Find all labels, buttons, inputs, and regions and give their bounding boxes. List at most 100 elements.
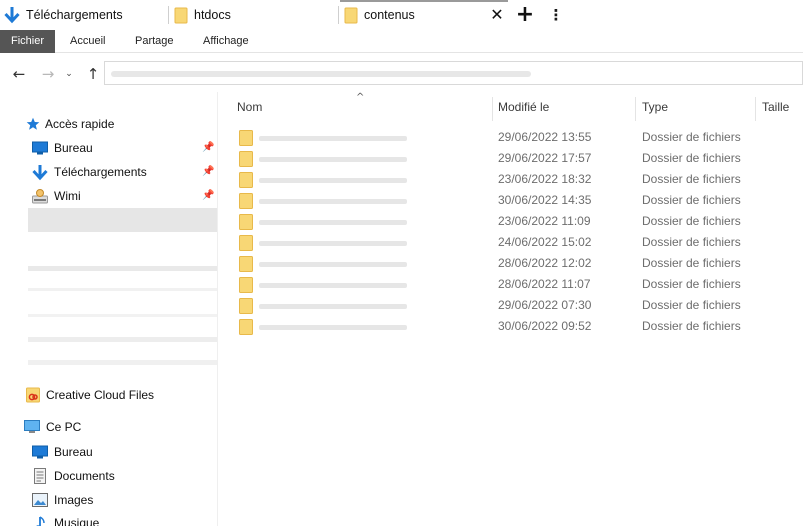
tab-label: Téléchargements: [26, 8, 123, 22]
blurred-file-name: [259, 136, 407, 141]
folder-icon: [344, 7, 358, 24]
blurred-file-name: [259, 283, 407, 288]
blurred-sidebar-item: [28, 266, 217, 271]
column-header-type[interactable]: Type: [642, 92, 668, 122]
sidebar-item-wimi[interactable]: Wimi: [32, 185, 81, 207]
folder-icon: [239, 277, 253, 293]
type-cell: Dossier de fichiers: [642, 151, 741, 165]
back-arrow-icon[interactable]: ←: [9, 64, 29, 84]
column-divider[interactable]: [635, 97, 636, 121]
table-row[interactable]: 24/06/2022 15:02 Dossier de fichiers: [219, 232, 803, 253]
sidebar-item-label: Bureau: [54, 141, 93, 155]
more-options-icon[interactable]: ⋮: [548, 5, 564, 25]
column-divider[interactable]: [492, 97, 493, 121]
table-row[interactable]: 29/06/2022 17:57 Dossier de fichiers: [219, 148, 803, 169]
recent-locations-chevron-icon[interactable]: ⌄: [63, 64, 75, 84]
pin-icon[interactable]: 📌: [202, 142, 214, 154]
table-row[interactable]: 29/06/2022 07:30 Dossier de fichiers: [219, 295, 803, 316]
star-icon: [26, 117, 40, 131]
folder-icon: [239, 193, 253, 209]
blurred-sidebar-item: [28, 337, 217, 342]
modified-date-cell: 23/06/2022 11:09: [498, 214, 591, 228]
tab-htdocs[interactable]: htdocs: [174, 0, 231, 30]
modified-date-cell: 28/06/2022 12:02: [498, 256, 592, 270]
image-icon: [32, 493, 48, 507]
folder-icon: [174, 7, 188, 24]
column-header-name[interactable]: Nom: [237, 92, 262, 122]
type-cell: Dossier de fichiers: [642, 298, 741, 312]
tab-telechargements[interactable]: Téléchargements: [4, 0, 123, 30]
sidebar-item-label: Musique: [54, 516, 100, 526]
table-row[interactable]: 30/06/2022 14:35 Dossier de fichiers: [219, 190, 803, 211]
up-arrow-icon[interactable]: ↑: [83, 64, 103, 84]
blurred-file-name: [259, 157, 407, 162]
forward-arrow-icon[interactable]: →: [38, 64, 58, 84]
sidebar-item-creative-cloud[interactable]: Creative Cloud Files: [26, 384, 154, 406]
download-arrow-icon: [32, 164, 48, 181]
navigation-bar: ← → ⌄ ↑: [0, 54, 803, 92]
modified-date-cell: 30/06/2022 09:52: [498, 319, 592, 333]
blurred-file-name: [259, 325, 407, 330]
desktop-icon: [32, 141, 48, 155]
pin-icon[interactable]: 📌: [202, 166, 214, 178]
tab-separator: [338, 6, 339, 24]
file-list: ^ Nom Modifié le Type Taille 29/06/2022 …: [219, 92, 803, 526]
column-header-size[interactable]: Taille: [762, 92, 789, 122]
blurred-file-name: [259, 262, 407, 267]
computer-icon: [24, 420, 40, 434]
folder-icon: [239, 172, 253, 188]
folder-icon: [239, 298, 253, 314]
tab-separator: [168, 6, 169, 24]
blurred-file-name: [259, 304, 407, 309]
navigation-pane: Accès rapide Bureau 📌 Téléchargements 📌 …: [0, 92, 218, 526]
blurred-file-name: [259, 178, 407, 183]
sidebar-item-label: Ce PC: [46, 420, 82, 434]
modified-date-cell: 29/06/2022 17:57: [498, 151, 592, 165]
new-tab-button[interactable]: +: [515, 4, 535, 26]
type-cell: Dossier de fichiers: [642, 256, 741, 270]
modified-date-cell: 24/06/2022 15:02: [498, 235, 592, 249]
type-cell: Dossier de fichiers: [642, 193, 741, 207]
sidebar-item-bureau-pinned[interactable]: Bureau: [32, 137, 93, 159]
sidebar-item-images[interactable]: Images: [32, 489, 93, 511]
table-row[interactable]: 23/06/2022 11:09 Dossier de fichiers: [219, 211, 803, 232]
sidebar-item-label: Accès rapide: [45, 117, 115, 131]
close-tab-icon[interactable]: ✕: [487, 5, 507, 25]
address-bar[interactable]: [104, 61, 803, 85]
folder-icon: [239, 130, 253, 146]
table-row[interactable]: 23/06/2022 18:32 Dossier de fichiers: [219, 169, 803, 190]
modified-date-cell: 23/06/2022 18:32: [498, 172, 592, 186]
modified-date-cell: 29/06/2022 13:55: [498, 130, 592, 144]
sidebar-item-this-pc[interactable]: Ce PC: [24, 416, 81, 438]
tab-bar: Téléchargements htdocs contenus ✕ + ⋮: [0, 0, 803, 30]
sidebar-item-musique[interactable]: Musique: [32, 512, 99, 526]
pin-icon[interactable]: 📌: [202, 190, 214, 202]
folder-icon: [239, 235, 253, 251]
table-row[interactable]: 28/06/2022 12:02 Dossier de fichiers: [219, 253, 803, 274]
type-cell: Dossier de fichiers: [642, 235, 741, 249]
column-divider[interactable]: [755, 97, 756, 121]
sidebar-item-quick-access[interactable]: Accès rapide: [26, 113, 114, 135]
column-header-modified[interactable]: Modifié le: [498, 92, 549, 122]
sidebar-item-label: Documents: [54, 469, 115, 483]
sidebar-item-label: Bureau: [54, 445, 93, 459]
modified-date-cell: 29/06/2022 07:30: [498, 298, 592, 312]
tab-contenus[interactable]: contenus: [344, 0, 415, 30]
ribbon-tab-view[interactable]: Affichage: [203, 30, 249, 53]
ribbon-tab-file[interactable]: Fichier: [0, 30, 55, 53]
sidebar-item-documents[interactable]: Documents: [32, 465, 115, 487]
ribbon-tab-home[interactable]: Accueil: [70, 30, 105, 53]
table-row[interactable]: 30/06/2022 09:52 Dossier de fichiers: [219, 316, 803, 337]
sidebar-item-telechargements-pinned[interactable]: Téléchargements: [32, 161, 147, 183]
sidebar-item-label: Creative Cloud Files: [46, 388, 155, 402]
table-row[interactable]: 28/06/2022 11:07 Dossier de fichiers: [219, 274, 803, 295]
folder-icon: [239, 256, 253, 272]
type-cell: Dossier de fichiers: [642, 277, 741, 291]
ribbon-tab-share[interactable]: Partage: [135, 30, 174, 53]
type-cell: Dossier de fichiers: [642, 214, 741, 228]
sidebar-item-label: Images: [54, 493, 94, 507]
sidebar-item-bureau[interactable]: Bureau: [32, 441, 93, 463]
blurred-path: [111, 71, 531, 77]
type-cell: Dossier de fichiers: [642, 130, 741, 144]
table-row[interactable]: 29/06/2022 13:55 Dossier de fichiers: [219, 127, 803, 148]
